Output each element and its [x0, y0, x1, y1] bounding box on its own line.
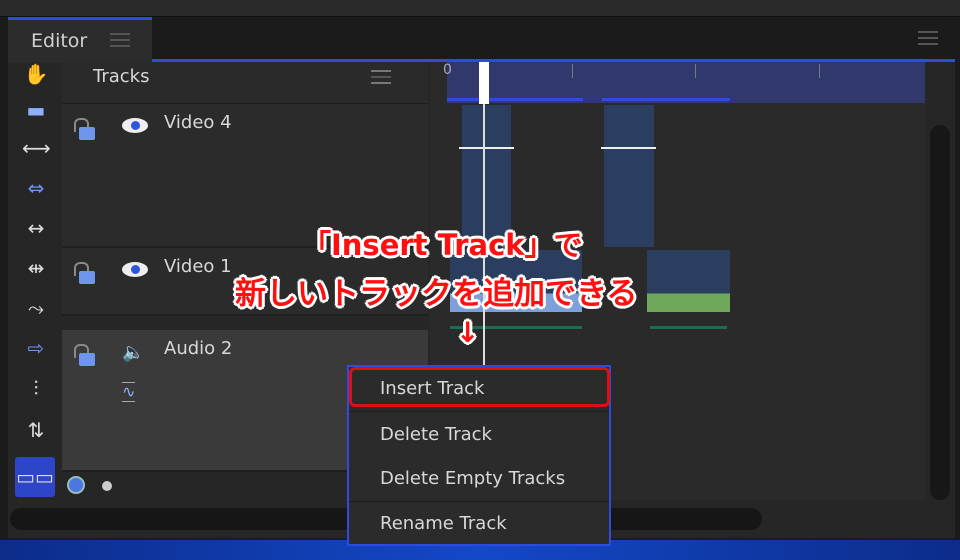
hand-icon[interactable]: ✋	[22, 60, 50, 88]
group-icon[interactable]: ▭▭	[15, 457, 55, 497]
timeline-ruler[interactable]: 0	[443, 62, 925, 103]
fit-width-icon[interactable]: ⟷	[22, 134, 51, 162]
tab-title: Editor	[31, 30, 88, 52]
eye-icon[interactable]	[122, 262, 148, 277]
tab-editor[interactable]: Editor	[8, 17, 152, 62]
insert-icon[interactable]: ⇨	[22, 334, 50, 362]
zoom-out-icon[interactable]	[67, 476, 85, 494]
track-name: Video 1	[164, 256, 232, 277]
speaker-icon[interactable]: 🔈	[122, 342, 144, 363]
window-top-bar	[0, 0, 960, 17]
menu-item-delete-empty-tracks[interactable]: Delete Empty Tracks	[349, 457, 609, 501]
annotation-arrow: ↓	[456, 316, 480, 349]
menu-item-delete-track[interactable]: Delete Track	[349, 413, 609, 457]
slide-icon[interactable]: ⇹	[22, 254, 50, 282]
opacity-line	[601, 147, 656, 149]
clip[interactable]	[604, 105, 654, 247]
ruler-tick	[572, 64, 573, 78]
mixer-icon[interactable]: ⫶	[22, 374, 50, 402]
highlight-box	[349, 367, 610, 407]
annotation-line-2: 新しいトラックを追加できる	[235, 276, 638, 312]
envelope-icon[interactable]: ∿	[122, 382, 136, 402]
track-name: Audio 2	[164, 338, 233, 359]
opacity-line	[459, 147, 514, 149]
range-bar	[447, 98, 583, 101]
sliders-icon[interactable]: ⇅	[22, 416, 50, 444]
ruler-tick	[819, 64, 820, 78]
clip[interactable]	[647, 250, 730, 312]
track-name: Video 4	[164, 112, 232, 133]
tracks-header: Tracks	[62, 62, 428, 104]
eye-icon[interactable]	[122, 118, 148, 133]
lock-icon[interactable]	[74, 344, 96, 366]
lock-icon[interactable]	[74, 262, 96, 284]
range-bar	[602, 98, 730, 101]
tracks-title: Tracks	[93, 66, 150, 87]
tab-menu-icon[interactable]	[110, 33, 130, 47]
menu-item-rename-track[interactable]: Rename Track	[349, 502, 609, 546]
zoom-slider-handle[interactable]	[102, 481, 112, 491]
menu-divider	[349, 411, 609, 412]
lock-icon[interactable]	[74, 118, 96, 140]
ruler-tick	[695, 64, 696, 78]
tracks-menu-icon[interactable]	[371, 70, 391, 84]
curve-icon[interactable]: ⤳	[22, 294, 50, 322]
stretch-icon[interactable]: ↔	[22, 214, 50, 242]
annotation-line-1: 「Insert Track」で	[302, 228, 583, 262]
ruler-start-label: 0	[443, 62, 452, 78]
split-icon[interactable]: ⇔	[22, 174, 50, 202]
ripple-icon[interactable]: ▬	[22, 96, 50, 124]
panel-menu-icon[interactable]	[918, 31, 938, 45]
playhead-handle[interactable]	[479, 62, 489, 104]
audio-clip[interactable]	[650, 326, 727, 329]
vertical-scrollbar[interactable]	[930, 125, 950, 500]
tool-strip: ✋ ▬ ⟷ ⇔ ↔ ⇹ ⤳ ⇨ ⫶ ⇅ ▭▭	[10, 62, 62, 500]
